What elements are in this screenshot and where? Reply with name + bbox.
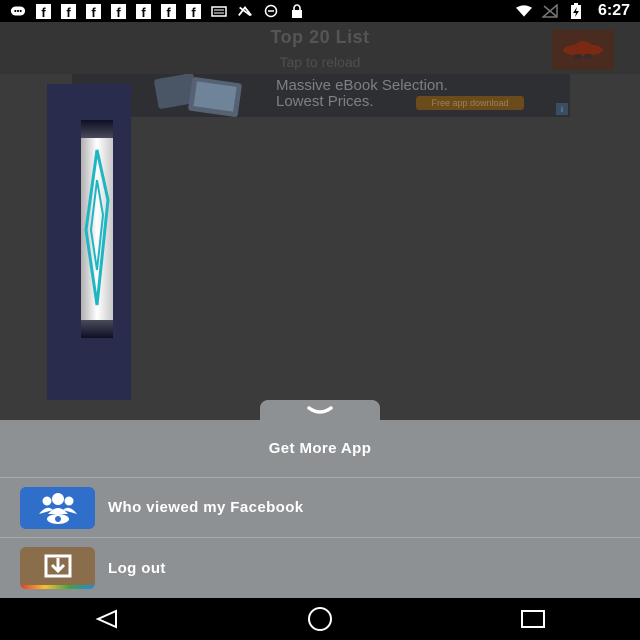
- bottom-sheet: Get More App Who viewed my Facebook Log …: [0, 420, 640, 598]
- download-box-icon: [20, 547, 95, 589]
- sheet-collapse-handle[interactable]: [260, 400, 380, 422]
- signal-off-icon: [541, 4, 558, 18]
- alarm-icon: [263, 4, 279, 18]
- profile-viewers-icon: [20, 486, 95, 529]
- clock: 6:27: [597, 2, 630, 19]
- reload-hint: Tap to reload: [279, 53, 361, 70]
- navigation-bar: [0, 598, 640, 640]
- back-button[interactable]: [87, 604, 127, 634]
- notification-icons: f f f f f f f: [10, 3, 305, 19]
- ad-info-icon[interactable]: i: [556, 103, 568, 115]
- facebook-icon: f: [111, 3, 126, 19]
- back-icon: [95, 609, 117, 629]
- facebook-icon: f: [86, 3, 101, 19]
- tablet-ad-image-icon: [154, 74, 242, 117]
- status-bar: f f f f f f f 6:27: [0, 0, 640, 22]
- list-item-who-viewed[interactable]: Who viewed my Facebook: [0, 478, 640, 538]
- recents-button[interactable]: [513, 604, 553, 634]
- diamond-logo-icon: [84, 149, 110, 306]
- wifi-icon: [515, 4, 532, 18]
- chevron-down-icon: [307, 406, 333, 414]
- facebook-icon: f: [161, 3, 176, 19]
- system-icons: 6:27: [515, 2, 630, 20]
- battery-charging-icon: [568, 3, 584, 19]
- lock-icon: [289, 4, 305, 18]
- ad-headline: Massive eBook Selection.: [276, 77, 448, 94]
- spy-logo-icon: [552, 30, 614, 70]
- facebook-icon: f: [61, 3, 76, 19]
- facebook-icon: f: [136, 3, 151, 19]
- ad-banner[interactable]: Massive eBook Selection. Lowest Prices. …: [72, 74, 570, 117]
- recents-icon: [521, 610, 546, 628]
- facebook-icon: f: [36, 3, 51, 19]
- list-item-log-out[interactable]: Log out: [0, 538, 640, 598]
- list-item-label: Log out: [108, 559, 166, 577]
- home-button[interactable]: [300, 604, 340, 634]
- app-header[interactable]: Top 20 List Tap to reload: [0, 22, 640, 74]
- facebook-icon: f: [186, 3, 201, 19]
- messenger-icon: [10, 4, 26, 18]
- sync-icon: [237, 4, 253, 18]
- page-title: Top 20 List: [270, 26, 370, 47]
- home-icon: [307, 607, 332, 631]
- side-banner-graphic: [81, 120, 113, 338]
- ad-cta-button[interactable]: Free app download: [416, 96, 524, 110]
- side-banner[interactable]: [47, 84, 131, 400]
- list-item-label: Who viewed my Facebook: [108, 499, 304, 516]
- sheet-title: Get More App: [0, 420, 640, 478]
- sim-card-icon: [211, 4, 227, 18]
